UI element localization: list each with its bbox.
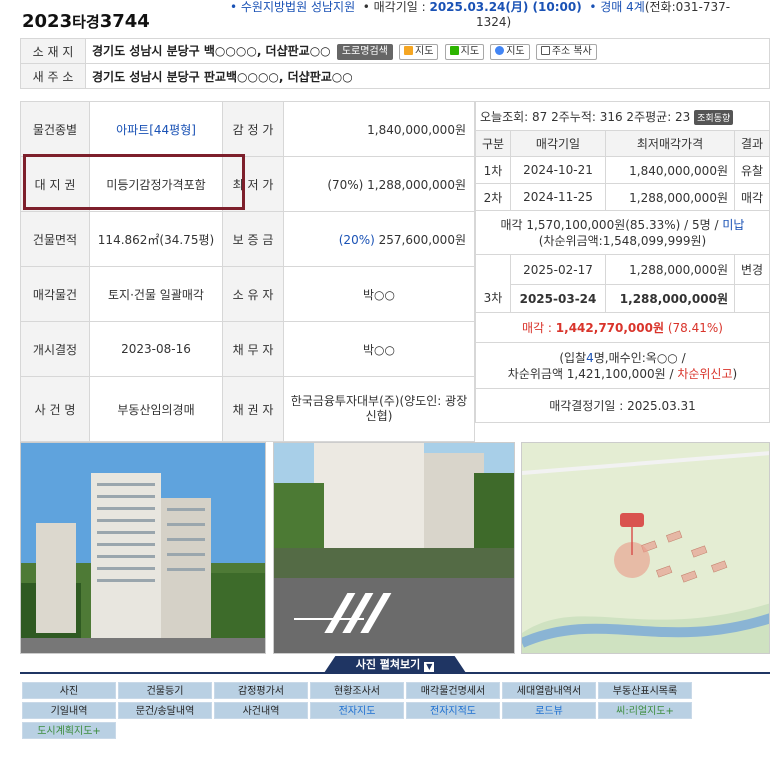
label-creditor: 채 권 자	[222, 376, 284, 442]
sale-date-label: • 매각기일 :	[362, 0, 430, 14]
decision-row: 매각결정기일 : 2025.03.31	[475, 388, 770, 423]
photo-strip	[20, 442, 770, 654]
case-number: 2023타경3744	[22, 11, 150, 32]
road-address: 경기도 성남시 분당구 판교백○○○○, 더샵판교○○	[85, 63, 770, 89]
jibun-address: 경기도 성남시 분당구 백○○○○, 더샵판교○○ 도로명검색 지도 지도 지도…	[85, 38, 770, 64]
sale-date: 2025.03.24(月) (10:00)	[429, 0, 582, 14]
appraisal-value: 1,840,000,000원	[283, 101, 475, 157]
col-result: 결과	[734, 130, 770, 157]
phone: (전화:031-737-	[644, 0, 731, 14]
copy-address-button[interactable]: 주소 복사	[535, 43, 597, 60]
sale-item: 토지·건물 일괄매각	[89, 266, 223, 322]
link-urban-plan[interactable]: 도시계획지도+	[22, 722, 116, 739]
link-status-report[interactable]: 현황조사서	[310, 682, 404, 699]
label-type: 물건종별	[20, 101, 90, 157]
label-area: 건물면적	[20, 211, 90, 267]
round2-note: 매각 1,570,100,000원(85.33%) / 5명 / 미납 (차순위…	[475, 210, 770, 255]
table-row: 3차 2025-02-17 1,288,000,000원 변경	[475, 254, 770, 313]
phone-cont: 1324)	[476, 15, 512, 29]
label-debtor: 채 무 자	[222, 321, 284, 377]
link-case-history[interactable]: 사건내역	[214, 702, 308, 719]
creditor: 한국금융투자대부(주)(양도인: 광장신협)	[283, 376, 475, 442]
court-info: • 수원지방법원 성남지원 • 매각기일 : 2025.03.24(月) (10…	[230, 0, 770, 29]
history-table: 오늘조회: 87 2주누적: 316 2주평균: 23 조회동향 구분 매각기일…	[475, 101, 770, 423]
expand-photos-button[interactable]: 사진 펼쳐보기 ▼	[324, 656, 466, 673]
owner: 박○○	[283, 266, 475, 322]
link-schedule[interactable]: 기일내역	[22, 702, 116, 719]
case-header: 2023타경3744 • 수원지방법원 성남지원 • 매각기일 : 2025.0…	[0, 0, 773, 36]
chevron-down-icon: ▼	[424, 662, 435, 672]
road-label: 새 주 소	[20, 63, 86, 89]
col-date: 매각기일	[510, 130, 606, 157]
property-type: 아파트[44평형]	[89, 101, 223, 157]
building-area: 114.862㎡(34.75평)	[89, 211, 223, 267]
label-sale-item: 매각물건	[20, 266, 90, 322]
label-appraisal: 감 정 가	[222, 101, 284, 157]
map-thumbnail[interactable]	[521, 442, 770, 654]
table-row: 2차 2024-11-25 1,288,000,000원 매각	[475, 183, 770, 211]
photo-building-2[interactable]	[273, 442, 515, 654]
view-trend-button[interactable]: 조회동향	[694, 109, 734, 125]
label-owner: 소 유 자	[222, 266, 284, 322]
link-e-cadastral[interactable]: 전자지적도	[406, 702, 500, 719]
label-deposit: 보 증 금	[222, 211, 284, 267]
label-start: 개시결정	[20, 321, 90, 377]
link-appraisal[interactable]: 감정평가서	[214, 682, 308, 699]
link-documents[interactable]: 문건/송달내역	[118, 702, 212, 719]
table-row: 2025-03-24 1,288,000,000원	[476, 284, 770, 313]
link-roadview[interactable]: 로드뷰	[502, 702, 596, 719]
deposit: (20%) 257,600,000원	[283, 211, 475, 267]
col-round: 구분	[475, 130, 511, 157]
case-name: 부동산임의경매	[89, 376, 223, 442]
daum-map-button[interactable]: 지도	[399, 43, 439, 60]
link-e-map[interactable]: 전자지도	[310, 702, 404, 719]
naver-map-button[interactable]: 지도	[444, 43, 485, 60]
bid-row: (입찰4명,매수인:옥○○ / 차순위금액 1,421,100,000원 / 차…	[475, 342, 770, 389]
label-case-name: 사 건 명	[20, 376, 90, 442]
link-property-list[interactable]: 부동산표시목록	[598, 682, 692, 699]
department: • 경매 4계	[589, 0, 645, 14]
link-photo[interactable]: 사진	[22, 682, 116, 699]
highlight-box	[23, 154, 245, 210]
start-date: 2023-08-16	[89, 321, 223, 377]
col-price: 최저매각가격	[605, 130, 735, 157]
view-stats: 오늘조회: 87 2주누적: 316 2주평균: 23 조회동향	[475, 101, 770, 131]
road-search-button[interactable]: 도로명검색	[336, 43, 393, 60]
table-row: 1차 2024-10-21 1,840,000,000원 유찰	[475, 156, 770, 184]
google-map-button[interactable]: 지도	[490, 43, 530, 60]
address-table: 소 재 지 경기도 성남시 분당구 백○○○○, 더샵판교○○ 도로명검색 지도…	[20, 38, 770, 89]
detail-table: 물건종별 아파트[44평형] 감 정 가 1,840,000,000원 대 지 …	[20, 101, 475, 442]
jibun-label: 소 재 지	[20, 38, 86, 64]
link-household[interactable]: 세대열람내역서	[502, 682, 596, 699]
sold-row: 매각 : 1,442,770,000원 (78.41%)	[475, 312, 770, 343]
link-real-map[interactable]: 씨:리얼지도+	[598, 702, 692, 719]
debtor: 박○○	[283, 321, 475, 377]
link-building-registry[interactable]: 건물등기	[118, 682, 212, 699]
court-name: • 수원지방법원 성남지원	[230, 0, 356, 14]
min-price: (70%) 1,288,000,000원	[283, 156, 475, 212]
link-sale-spec[interactable]: 매각물건명세서	[406, 682, 500, 699]
photo-building-1[interactable]	[20, 442, 266, 654]
